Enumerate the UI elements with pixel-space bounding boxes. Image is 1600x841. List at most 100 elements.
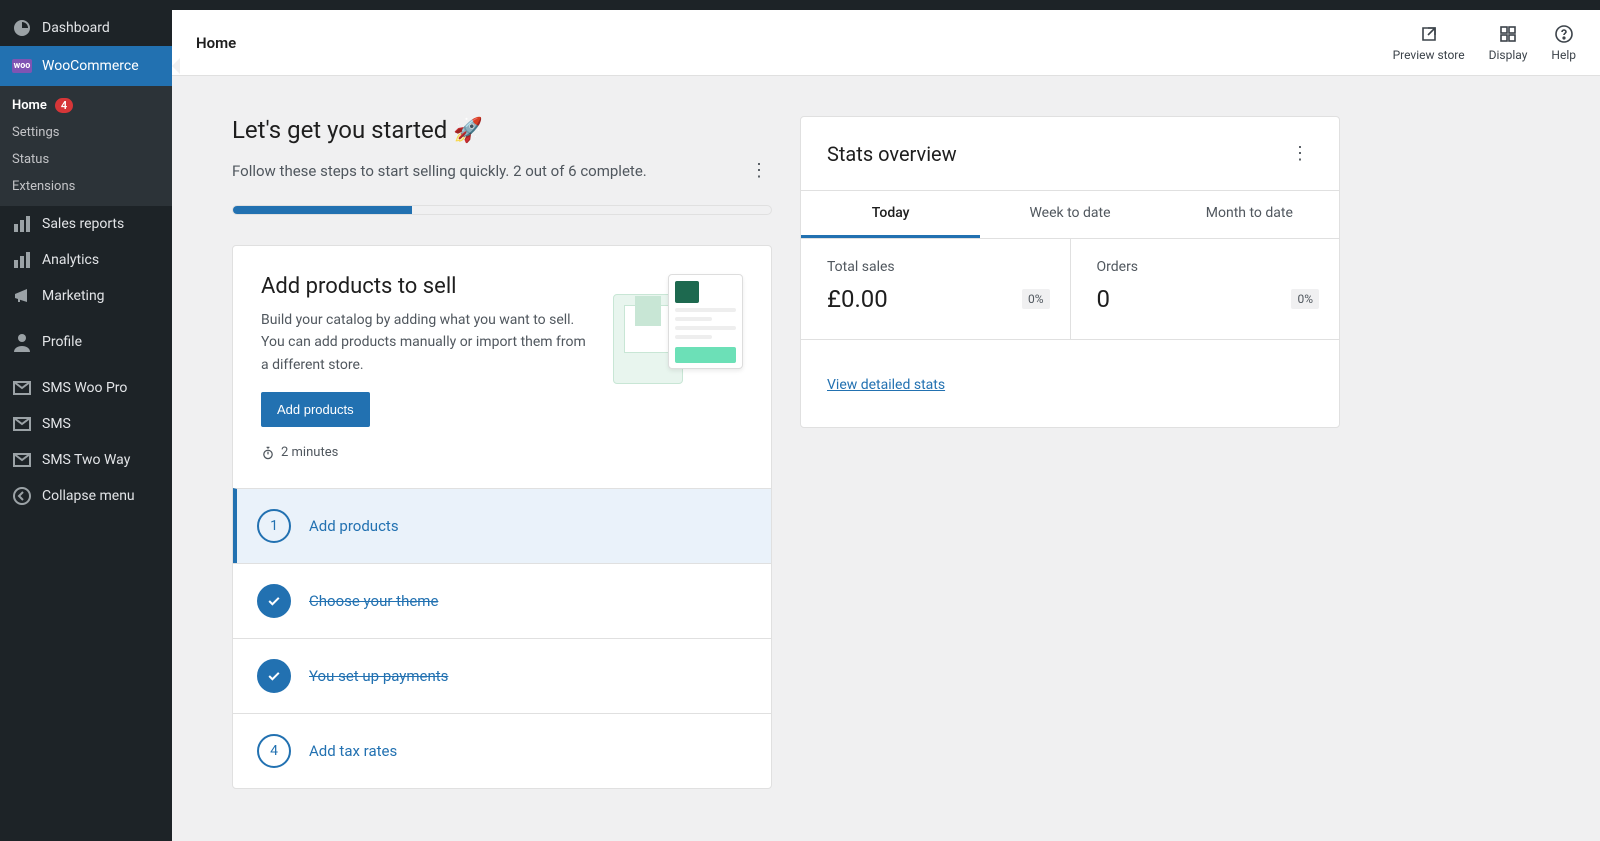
- menu-label: WooCommerce: [42, 58, 139, 74]
- action-label: Help: [1551, 48, 1576, 62]
- progress-bar-fill: [233, 206, 412, 214]
- envelope-icon: [12, 378, 32, 398]
- stat-label: Total sales: [827, 259, 1044, 275]
- onboarding-subtitle: Follow these steps to start selling quic…: [232, 162, 647, 180]
- menu-label: Collapse menu: [42, 488, 135, 504]
- action-label: Preview store: [1393, 48, 1465, 62]
- woocommerce-icon: woo: [12, 56, 32, 76]
- menu-label: SMS Woo Pro: [42, 380, 127, 396]
- step-check-icon: [257, 584, 291, 618]
- collapse-icon: [12, 486, 32, 506]
- sidebar-subitem-home[interactable]: Home 4: [0, 92, 172, 119]
- hero-title: Add products to sell: [261, 274, 593, 299]
- step-add-products[interactable]: 1 Add products: [233, 488, 771, 563]
- sidebar-item-analytics[interactable]: Analytics: [0, 242, 172, 278]
- sidebar-item-sms-two-way[interactable]: SMS Two Way: [0, 442, 172, 478]
- submenu-label: Extensions: [12, 179, 75, 194]
- menu-label: Sales reports: [42, 216, 124, 232]
- menu-label: Analytics: [42, 252, 99, 268]
- submenu-label: Status: [12, 152, 49, 167]
- step-label: Add tax rates: [309, 742, 397, 760]
- menu-label: SMS: [42, 416, 71, 432]
- preview-store-button[interactable]: Preview store: [1393, 24, 1465, 62]
- stats-grid: Total sales £0.00 0% Orders 0 0%: [801, 239, 1339, 340]
- sidebar-subitem-extensions[interactable]: Extensions: [0, 173, 172, 200]
- step-label: You set up payments: [309, 667, 448, 685]
- user-icon: [12, 332, 32, 352]
- kebab-icon: ⋮: [750, 160, 768, 181]
- stats-title: Stats overview: [827, 142, 957, 166]
- stats-overview-card: Stats overview ⋮ Today Week to date Mont…: [800, 116, 1340, 428]
- onboarding-section: Let's get you started 🚀 Follow these ste…: [232, 116, 772, 789]
- topbar-actions: Preview store Display Help: [1393, 24, 1576, 62]
- product-illustration: [613, 274, 743, 384]
- onboarding-card: Add products to sell Build your catalog …: [232, 245, 772, 789]
- hero-time: 2 minutes: [261, 445, 593, 460]
- step-number: 4: [257, 734, 291, 768]
- tab-month[interactable]: Month to date: [1160, 191, 1339, 238]
- page-title: Home: [196, 34, 236, 52]
- step-label: Add products: [309, 517, 399, 535]
- tab-today[interactable]: Today: [801, 191, 980, 238]
- home-badge: 4: [55, 98, 73, 113]
- stopwatch-icon: [261, 446, 275, 460]
- sidebar-item-collapse[interactable]: Collapse menu: [0, 478, 172, 514]
- woocommerce-submenu: Home 4 Settings Status Extensions: [0, 86, 172, 206]
- sidebar-item-woocommerce[interactable]: woo WooCommerce: [0, 46, 172, 86]
- stat-delta: 0%: [1291, 289, 1319, 309]
- rocket-icon: 🚀: [453, 116, 483, 144]
- envelope-icon: [12, 450, 32, 470]
- stat-label: Orders: [1097, 259, 1314, 275]
- stat-value: 0: [1097, 285, 1314, 313]
- action-label: Display: [1489, 48, 1528, 62]
- step-label: Choose your theme: [309, 592, 438, 610]
- envelope-icon: [12, 414, 32, 434]
- kebab-icon: ⋮: [1291, 143, 1309, 164]
- display-button[interactable]: Display: [1489, 24, 1528, 62]
- main-area: Home Preview store Display Help: [172, 0, 1600, 841]
- onboarding-menu-button[interactable]: ⋮: [746, 156, 772, 185]
- stats-tabs: Today Week to date Month to date: [801, 190, 1339, 239]
- stats-menu-button[interactable]: ⋮: [1287, 139, 1313, 168]
- onboarding-hero: Add products to sell Build your catalog …: [233, 246, 771, 488]
- onboarding-title: Let's get you started 🚀: [232, 116, 772, 144]
- megaphone-icon: [12, 286, 32, 306]
- sidebar-subitem-settings[interactable]: Settings: [0, 119, 172, 146]
- stat-delta: 0%: [1022, 289, 1050, 309]
- tab-week[interactable]: Week to date: [980, 191, 1159, 238]
- sidebar-item-dashboard[interactable]: Dashboard: [0, 10, 172, 46]
- help-icon: [1554, 24, 1574, 44]
- bar-chart-icon: [12, 214, 32, 234]
- bar-chart-icon: [12, 250, 32, 270]
- view-detailed-stats-link[interactable]: View detailed stats: [827, 377, 945, 393]
- external-link-icon: [1419, 24, 1439, 44]
- step-add-tax-rates[interactable]: 4 Add tax rates: [233, 713, 771, 788]
- submenu-label: Settings: [12, 125, 59, 140]
- menu-label: Profile: [42, 334, 82, 350]
- hero-body: Build your catalog by adding what you wa…: [261, 309, 593, 376]
- step-number: 1: [257, 509, 291, 543]
- onboarding-progress: [232, 205, 772, 215]
- sidebar-item-sms-woo-pro[interactable]: SMS Woo Pro: [0, 370, 172, 406]
- stat-total-sales[interactable]: Total sales £0.00 0%: [801, 239, 1071, 340]
- menu-label: Dashboard: [42, 20, 110, 36]
- sidebar-item-sales-reports[interactable]: Sales reports: [0, 206, 172, 242]
- step-choose-theme[interactable]: Choose your theme: [233, 563, 771, 638]
- step-check-icon: [257, 659, 291, 693]
- sidebar-subitem-status[interactable]: Status: [0, 146, 172, 173]
- menu-label: Marketing: [42, 288, 105, 304]
- menu-label: SMS Two Way: [42, 452, 130, 468]
- dashboard-icon: [12, 18, 32, 38]
- admin-sidebar: Dashboard woo WooCommerce Home 4 Setting…: [0, 0, 172, 841]
- add-products-button[interactable]: Add products: [261, 392, 370, 427]
- stats-link-row: View detailed stats: [801, 340, 1339, 427]
- onboarding-step-list: 1 Add products Choose your theme You set…: [233, 488, 771, 788]
- step-setup-payments[interactable]: You set up payments: [233, 638, 771, 713]
- grid-icon: [1498, 24, 1518, 44]
- stat-orders[interactable]: Orders 0 0%: [1071, 239, 1340, 340]
- stat-value: £0.00: [827, 285, 1044, 313]
- sidebar-item-marketing[interactable]: Marketing: [0, 278, 172, 314]
- sidebar-item-sms[interactable]: SMS: [0, 406, 172, 442]
- sidebar-item-profile[interactable]: Profile: [0, 324, 172, 360]
- help-button[interactable]: Help: [1551, 24, 1576, 62]
